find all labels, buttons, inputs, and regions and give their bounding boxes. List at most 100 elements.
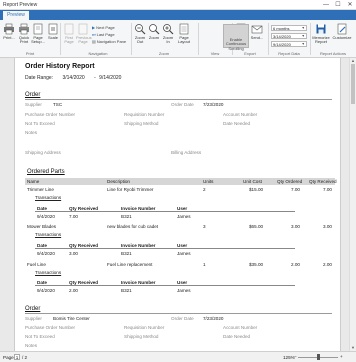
page-setup-icon (33, 23, 43, 35)
tr-col-date: Date (37, 243, 47, 248)
first-page-icon (64, 23, 74, 35)
part-description: Line for Ryobi Trimmer (107, 187, 154, 192)
tr-user: James (177, 214, 191, 219)
divider (25, 313, 332, 314)
next-page-icon: ▶ (92, 25, 96, 30)
part-description: Fuel Line replacement (107, 262, 153, 267)
zoom-out-button[interactable]: Zoom Out (133, 23, 147, 47)
zoom-in-icon (163, 24, 174, 35)
customize-label: Customize (332, 35, 352, 40)
requisition-number-label: Requisition Number (124, 112, 165, 117)
last-page-button[interactable]: ⏭ Last Page (92, 32, 115, 38)
ribbon-tab-strip: Preview (0, 10, 356, 20)
part-qty-received: 7.00 (323, 187, 332, 192)
tr-invoice: B321 (121, 251, 132, 256)
send-icon (251, 25, 263, 34)
order-date-value: 7/23/2020 (203, 316, 224, 321)
zoom-out-label: Zoom Out (134, 35, 146, 45)
page-setup-label: Page Setup... (31, 35, 45, 45)
tr-invoice: B321 (121, 214, 132, 219)
account-number-label: Account Number (223, 325, 258, 330)
separator (268, 23, 269, 55)
requisition-number-label: Requisition Number (124, 325, 165, 330)
last-page-label: Last Page (96, 32, 115, 37)
save-icon (316, 24, 326, 34)
tr-col-qty-received: Qty Received (69, 280, 99, 285)
calendar-dropdown-icon: ▼ (301, 34, 305, 38)
not-to-exceed-label: Not To Exceed (25, 334, 55, 339)
zoom-icon (149, 24, 160, 35)
table-row: Mower Blades new blades for cub cadet 3 … (25, 223, 335, 230)
calendar-dropdown-icon: ▼ (301, 42, 305, 46)
part-name: Mower Blades (27, 224, 57, 229)
start-date-field[interactable]: 3/14/2020 ▼ (271, 33, 307, 39)
part-qty-ordered: 7.00 (291, 187, 300, 192)
first-page-label: First Page (64, 35, 74, 45)
notes-label: Notes (25, 130, 38, 135)
minimize-button[interactable]: — (320, 0, 332, 10)
page-number-input[interactable]: 1 (14, 354, 20, 360)
document-area[interactable]: Order History Report Date Range: 3/14/20… (0, 58, 349, 351)
zoom-button[interactable]: Zoom (147, 23, 161, 47)
status-bar: Page: 1 / 2 125% − + (0, 351, 356, 362)
scroll-thumb[interactable] (351, 64, 355, 104)
transactions-header: Date Qty Received Invoice Number User (35, 242, 295, 249)
transactions-header: Date Qty Received Invoice Number User (35, 279, 295, 286)
zoom-label: Zoom (148, 35, 160, 40)
table-row: Trimmer Line Line for Ryobi Trimmer 2 $1… (25, 186, 335, 193)
zoom-minus-button[interactable]: − (294, 354, 297, 359)
memorize-report-button[interactable]: Memorize Report (312, 23, 330, 47)
period-select[interactable]: 6 months ▼ (271, 25, 307, 31)
zoom-in-button[interactable]: Zoom In (161, 23, 175, 47)
col-name: Name (27, 179, 40, 184)
print-button[interactable]: Print... (2, 23, 16, 47)
po-number-label: Purchase Order Number (25, 325, 76, 330)
date-dash: - (94, 75, 96, 81)
date-needed-label: Date Needed (223, 334, 251, 339)
zoom-plus-button[interactable]: + (340, 354, 343, 359)
zoom-slider-thumb[interactable] (316, 354, 320, 360)
tab-preview[interactable]: Preview (3, 11, 29, 20)
maximize-button[interactable]: ☐ (332, 0, 344, 10)
tr-date: 9/4/2020 (37, 288, 55, 293)
tr-qty: 2.00 (69, 288, 78, 293)
date-range-label: Date Range: (25, 75, 54, 81)
table-row: Fuel Line Fuel Line replacement 1 $35.00… (25, 261, 335, 268)
navigation-pane-label: Navigation Pane (96, 39, 127, 44)
start-date-value: 3/14/2020 (273, 34, 291, 39)
page-layout-icon (179, 23, 189, 35)
part-qty-received: 3.00 (323, 224, 332, 229)
send-button[interactable]: Send... (250, 23, 264, 47)
page-count: / 2 (22, 355, 28, 360)
separator (60, 23, 61, 55)
supplier-label: Supplier (25, 316, 42, 321)
first-page-button[interactable]: First Page (62, 23, 76, 47)
navigation-pane-button[interactable]: ▤ Navigation Pane (92, 39, 126, 45)
send-label: Send... (250, 35, 264, 40)
transactions-label: Transactions (35, 232, 62, 237)
tr-user: James (177, 251, 191, 256)
page-setup-button[interactable]: Page Setup... (31, 23, 45, 47)
close-button[interactable]: ✕ (344, 0, 356, 10)
page-layout-button[interactable]: Page Layout (176, 23, 192, 47)
col-unit-cost: Unit Cost (243, 179, 262, 184)
next-page-button[interactable]: ▶ Next Page (92, 25, 115, 31)
transaction-row: 9/4/2020 2.00 B321 James (35, 287, 295, 294)
end-date-field[interactable]: 9/14/2020 ▼ (271, 41, 307, 47)
vertical-scrollbar[interactable]: ▲ ▼ (349, 58, 356, 351)
group-report-actions-label: Report Actions (319, 51, 346, 56)
period-value: 6 months (273, 26, 290, 31)
page-layout-label: Page Layout (177, 35, 190, 45)
previous-page-button[interactable]: Previous Page (76, 23, 92, 47)
customize-button[interactable]: Customize (332, 23, 352, 47)
quick-print-label: Quick Print (18, 35, 30, 45)
scale-button[interactable]: Scale (46, 23, 60, 47)
group-report-data-label: Report Data (278, 51, 300, 56)
quick-print-button[interactable]: Quick Print (17, 23, 31, 47)
part-qty-ordered: 3.00 (291, 224, 300, 229)
tr-col-date: Date (37, 280, 47, 285)
zoom-in-label: Zoom In (162, 35, 174, 45)
window-title: Report Preview (3, 1, 38, 8)
continuous-scrolling-toggle[interactable]: Enable Continuous Scrolling (223, 24, 249, 51)
col-qty-received: Qty Received (309, 179, 337, 184)
